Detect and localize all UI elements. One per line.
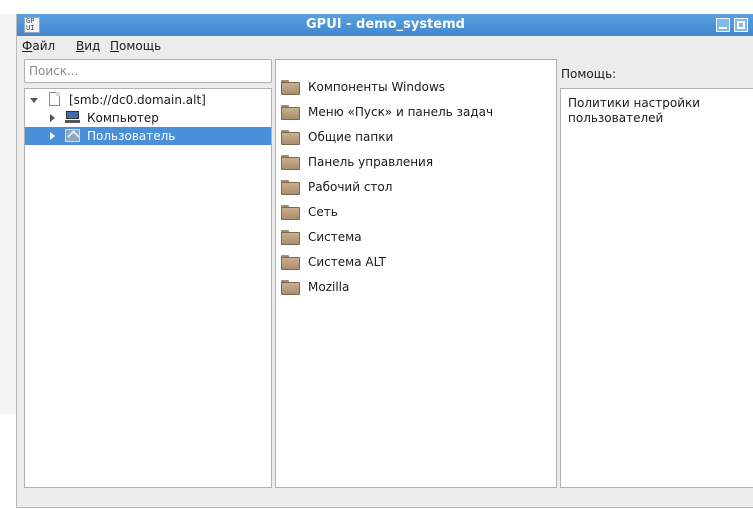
list-item-label: Рабочий стол xyxy=(308,180,393,194)
maximize-button[interactable] xyxy=(734,18,748,32)
list-item-label: Компоненты Windows xyxy=(308,80,446,94)
list-item[interactable]: Общие папки xyxy=(276,126,556,148)
app-window: GP UI GPUI - demo_systemd Файл Вид Помощ… xyxy=(16,14,753,508)
tree-row-root[interactable]: [smb://dc0.domain.alt] xyxy=(25,91,271,109)
list-item[interactable]: Система ALT xyxy=(276,251,556,273)
list-item-label: Mozilla xyxy=(308,280,350,294)
title-bar[interactable]: GP UI GPUI - demo_systemd xyxy=(17,14,753,36)
document-icon xyxy=(49,92,60,106)
window-title: GPUI - demo_systemd xyxy=(306,17,465,32)
folder-icon xyxy=(281,230,300,245)
tree-row-user[interactable]: Пользователь xyxy=(25,127,271,145)
desktop-background-bottom xyxy=(0,414,16,508)
list-item-label: Система xyxy=(308,230,362,244)
folder-icon xyxy=(281,155,300,170)
list-item[interactable]: Панель управления xyxy=(276,151,556,173)
list-item-label: Меню «Пуск» и панель задач xyxy=(308,105,494,119)
menu-file[interactable]: Файл xyxy=(22,39,55,53)
list-item-label: Панель управления xyxy=(308,155,434,169)
folder-icon xyxy=(281,80,300,95)
list-item[interactable]: Сеть xyxy=(276,201,556,223)
menu-file-mnemonic: Ф xyxy=(22,39,33,53)
user-icon xyxy=(65,129,80,142)
menu-help-mnemonic: П xyxy=(110,39,120,53)
list-item-label: Система ALT xyxy=(308,255,386,269)
menu-bar: Файл Вид Помощь xyxy=(17,36,753,57)
collapse-arrow-icon[interactable] xyxy=(50,132,55,140)
menu-view[interactable]: Вид xyxy=(76,39,100,53)
desktop-background xyxy=(0,0,753,14)
help-label: Помощь: xyxy=(561,67,617,81)
folder-icon xyxy=(281,255,300,270)
policy-tree[interactable]: [smb://dc0.domain.alt] Компьютер Пользов… xyxy=(24,88,272,488)
minimize-button[interactable] xyxy=(716,18,730,32)
list-item[interactable]: Mozilla xyxy=(276,276,556,298)
policy-list[interactable]: Компоненты Windows Меню «Пуск» и панель … xyxy=(275,59,557,488)
computer-icon xyxy=(65,111,80,124)
tree-computer-label: Компьютер xyxy=(87,111,159,125)
search-input[interactable] xyxy=(24,59,272,83)
help-text: Политики настройки пользователей xyxy=(568,96,701,125)
menu-help-label: омощь xyxy=(119,39,162,53)
list-item-label: Общие папки xyxy=(308,130,394,144)
folder-icon xyxy=(281,280,300,295)
expand-arrow-icon[interactable] xyxy=(30,98,38,103)
tree-user-label: Пользователь xyxy=(87,129,176,143)
folder-icon xyxy=(281,180,300,195)
tree-row-computer[interactable]: Компьютер xyxy=(25,109,271,127)
menu-view-label: ид xyxy=(84,39,101,53)
list-item-label: Сеть xyxy=(308,205,338,219)
menu-file-label: айл xyxy=(32,39,56,53)
menu-view-mnemonic: В xyxy=(76,39,85,53)
help-panel: Политики настройки пользователей xyxy=(560,88,753,488)
list-item[interactable]: Компоненты Windows xyxy=(276,76,556,98)
list-item[interactable]: Рабочий стол xyxy=(276,176,556,198)
tree-root-label: [smb://dc0.domain.alt] xyxy=(69,93,206,107)
list-item[interactable]: Меню «Пуск» и панель задач xyxy=(276,101,556,123)
folder-icon xyxy=(281,105,300,120)
menu-help[interactable]: Помощь xyxy=(110,39,161,53)
folder-icon xyxy=(281,130,300,145)
collapse-arrow-icon[interactable] xyxy=(50,114,55,122)
list-item[interactable]: Система xyxy=(276,226,556,248)
folder-icon xyxy=(281,205,300,220)
